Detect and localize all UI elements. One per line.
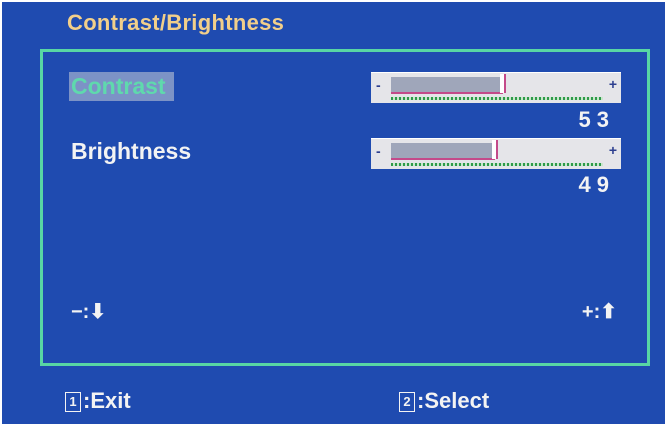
plus-icon: + [608, 76, 617, 92]
slider-fill-base [391, 158, 495, 160]
brightness-value: 49 [578, 172, 615, 197]
key-1-icon: 1 [65, 392, 81, 412]
select-button[interactable]: 2:Select [399, 388, 489, 414]
slider-ticks [391, 163, 603, 166]
slider-fill-base [391, 92, 503, 94]
slider-knob[interactable] [492, 140, 498, 159]
exit-button[interactable]: 1:Exit [65, 388, 131, 414]
contrast-slider[interactable]: - + [371, 72, 621, 103]
slider-knob[interactable] [500, 74, 506, 93]
increase-hint: +:⬆ [581, 301, 617, 323]
minus-icon: - [376, 143, 381, 159]
select-label: :Select [417, 388, 490, 413]
contrast-label[interactable]: Contrast [69, 72, 174, 101]
plus-icon: + [608, 142, 617, 158]
decrease-hint: −:⬇ [71, 301, 107, 323]
menu-frame: Contrast - + 53 Brightness - + 49 −:⬇ +:… [40, 49, 650, 366]
menu-title: Contrast/Brightness [67, 10, 285, 35]
exit-label: :Exit [83, 388, 131, 413]
osd-screen: Contrast/Brightness Contrast - + 53 Brig… [2, 2, 665, 424]
contrast-value: 53 [578, 107, 615, 132]
brightness-label[interactable]: Brightness [71, 138, 191, 165]
key-2-icon: 2 [399, 392, 415, 412]
brightness-slider[interactable]: - + [371, 138, 621, 169]
minus-icon: - [376, 77, 381, 93]
slider-ticks [391, 97, 603, 100]
